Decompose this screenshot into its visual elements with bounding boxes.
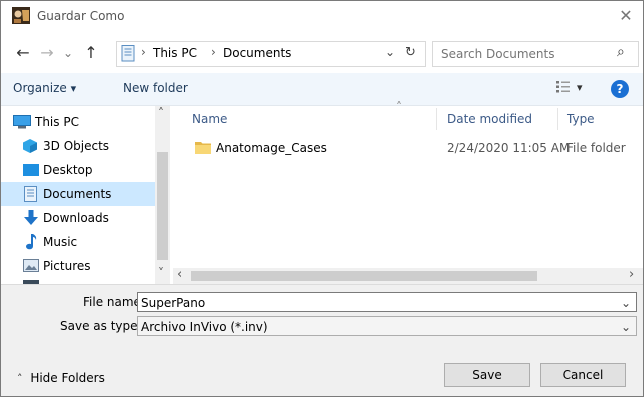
desktop-icon: [23, 164, 39, 176]
save-as-type-select[interactable]: Archivo InVivo (*.inv) ⌄: [137, 316, 637, 336]
save-as-dialog: Guardar Como ✕ ← → ⌄ ↑ › This PC › Docum…: [0, 0, 644, 397]
breadcrumb-separator: ›: [211, 45, 216, 59]
tree-item-downloads[interactable]: Downloads: [1, 206, 155, 230]
tree-item-label: Music: [43, 235, 78, 249]
file-list: Name ˄ Date modified Type: [171, 100, 643, 268]
dialog-footer: File name: SuperPano ⌄ Save as type: Arc…: [1, 284, 643, 396]
file-date-modified: 2/24/2020 11:05 AM: [447, 141, 570, 155]
scroll-down-icon[interactable]: ˅: [158, 266, 164, 280]
search-box[interactable]: ⌕: [432, 41, 639, 67]
scrollbar-thumb[interactable]: [157, 152, 168, 260]
search-input[interactable]: [439, 45, 603, 63]
tree-item-label: Downloads: [43, 211, 109, 225]
recent-locations-button[interactable]: ⌄: [61, 41, 75, 65]
column-divider: [436, 108, 437, 130]
view-list-icon: [556, 81, 570, 93]
save-as-type-label: Save as type:: [60, 319, 142, 333]
chevron-up-icon: ˄: [17, 372, 23, 385]
save-as-type-value: Archivo InVivo (*.inv): [141, 320, 268, 334]
organize-button[interactable]: Organize ▾: [13, 81, 76, 95]
scroll-right-icon[interactable]: ›: [629, 267, 634, 282]
file-name-field[interactable]: SuperPano ⌄: [137, 292, 637, 312]
back-button[interactable]: ←: [13, 41, 33, 65]
chevron-down-icon[interactable]: ⌄: [621, 317, 631, 337]
documents-icon: [24, 186, 37, 202]
chevron-down-icon: ⌄: [62, 46, 74, 60]
title-bar: Guardar Como ✕: [1, 1, 643, 31]
column-divider: [557, 108, 558, 130]
tree-item-label: 3D Objects: [43, 139, 110, 153]
up-arrow-icon: ↑: [84, 43, 98, 62]
address-bar[interactable]: › This PC › Documents ⌄ ↻: [116, 41, 426, 67]
scrollbar-thumb[interactable]: [191, 271, 537, 281]
organize-label: Organize: [13, 81, 67, 95]
column-header-name[interactable]: Name: [192, 112, 227, 126]
tree-item-this-pc[interactable]: This PC: [1, 110, 155, 134]
music-icon: [25, 234, 37, 250]
pc-icon: [13, 115, 31, 129]
file-name: Anatomage_Cases: [216, 141, 327, 155]
breadcrumb-separator: ›: [141, 45, 146, 59]
navigation-scrollbar[interactable]: ˄ ˅: [155, 106, 170, 284]
chevron-down-icon[interactable]: ⌄: [621, 293, 631, 313]
app-icon: [12, 7, 30, 24]
tree-item-desktop[interactable]: Desktop: [1, 158, 155, 182]
address-dropdown-icon[interactable]: ⌄: [385, 45, 395, 59]
new-folder-button[interactable]: New folder: [123, 81, 188, 95]
close-icon: ✕: [619, 6, 633, 25]
window-title: Guardar Como: [37, 9, 125, 23]
hide-folders-button[interactable]: ˄ Hide Folders: [17, 371, 105, 385]
close-button[interactable]: ✕: [615, 5, 637, 27]
help-button[interactable]: ?: [611, 80, 629, 98]
tree-item-3d-objects[interactable]: 3D Objects: [1, 134, 155, 158]
breadcrumb-this-pc[interactable]: This PC: [153, 46, 197, 60]
column-header-date-modified[interactable]: Date modified: [447, 112, 532, 126]
tree-item-music[interactable]: Music: [1, 230, 155, 254]
tree-item-label: Pictures: [43, 259, 91, 273]
tree-item-label: Documents: [43, 187, 112, 201]
chevron-down-icon: ▾: [70, 82, 77, 95]
pictures-icon: [23, 259, 39, 272]
forward-arrow-icon: →: [40, 43, 54, 62]
command-toolbar: Organize ▾ New folder ▾ ?: [1, 73, 643, 106]
back-arrow-icon: ←: [16, 43, 30, 62]
refresh-icon[interactable]: ↻: [405, 45, 416, 60]
tree-item-documents[interactable]: Documents: [1, 182, 155, 206]
up-button[interactable]: ↑: [81, 41, 101, 65]
hide-folders-label: Hide Folders: [30, 371, 105, 385]
file-name-value: SuperPano: [141, 296, 206, 310]
file-type: File folder: [567, 141, 626, 155]
search-icon[interactable]: ⌕: [617, 44, 625, 60]
column-header-type[interactable]: Type: [567, 112, 595, 126]
help-icon: ?: [616, 82, 624, 96]
view-dropdown-icon[interactable]: ▾: [577, 81, 583, 94]
cube-icon: [23, 139, 37, 153]
save-button[interactable]: Save: [444, 363, 530, 387]
view-options-button[interactable]: [555, 80, 571, 94]
cancel-button[interactable]: Cancel: [540, 363, 626, 387]
scroll-left-icon[interactable]: ‹: [177, 267, 182, 282]
file-name-label: File name:: [83, 295, 145, 309]
folder-icon: [195, 140, 211, 154]
tree-item-label: This PC: [35, 115, 79, 129]
documents-location-icon: [121, 45, 136, 62]
forward-button[interactable]: →: [37, 41, 57, 65]
tree-item-label: Desktop: [43, 163, 93, 177]
file-row[interactable]: Anatomage_Cases 2/24/2020 11:05 AM File …: [189, 137, 643, 159]
tree-item-pictures[interactable]: Pictures: [1, 254, 155, 278]
scroll-up-icon[interactable]: ˄: [158, 106, 164, 120]
download-icon: [24, 210, 38, 226]
breadcrumb-documents[interactable]: Documents: [223, 46, 291, 60]
sort-ascending-icon: ˄: [396, 100, 402, 114]
navigation-pane: This PC 3D Objects Desktop Documents Dow…: [1, 106, 171, 284]
file-list-horizontal-scrollbar[interactable]: ‹ ›: [173, 267, 643, 284]
